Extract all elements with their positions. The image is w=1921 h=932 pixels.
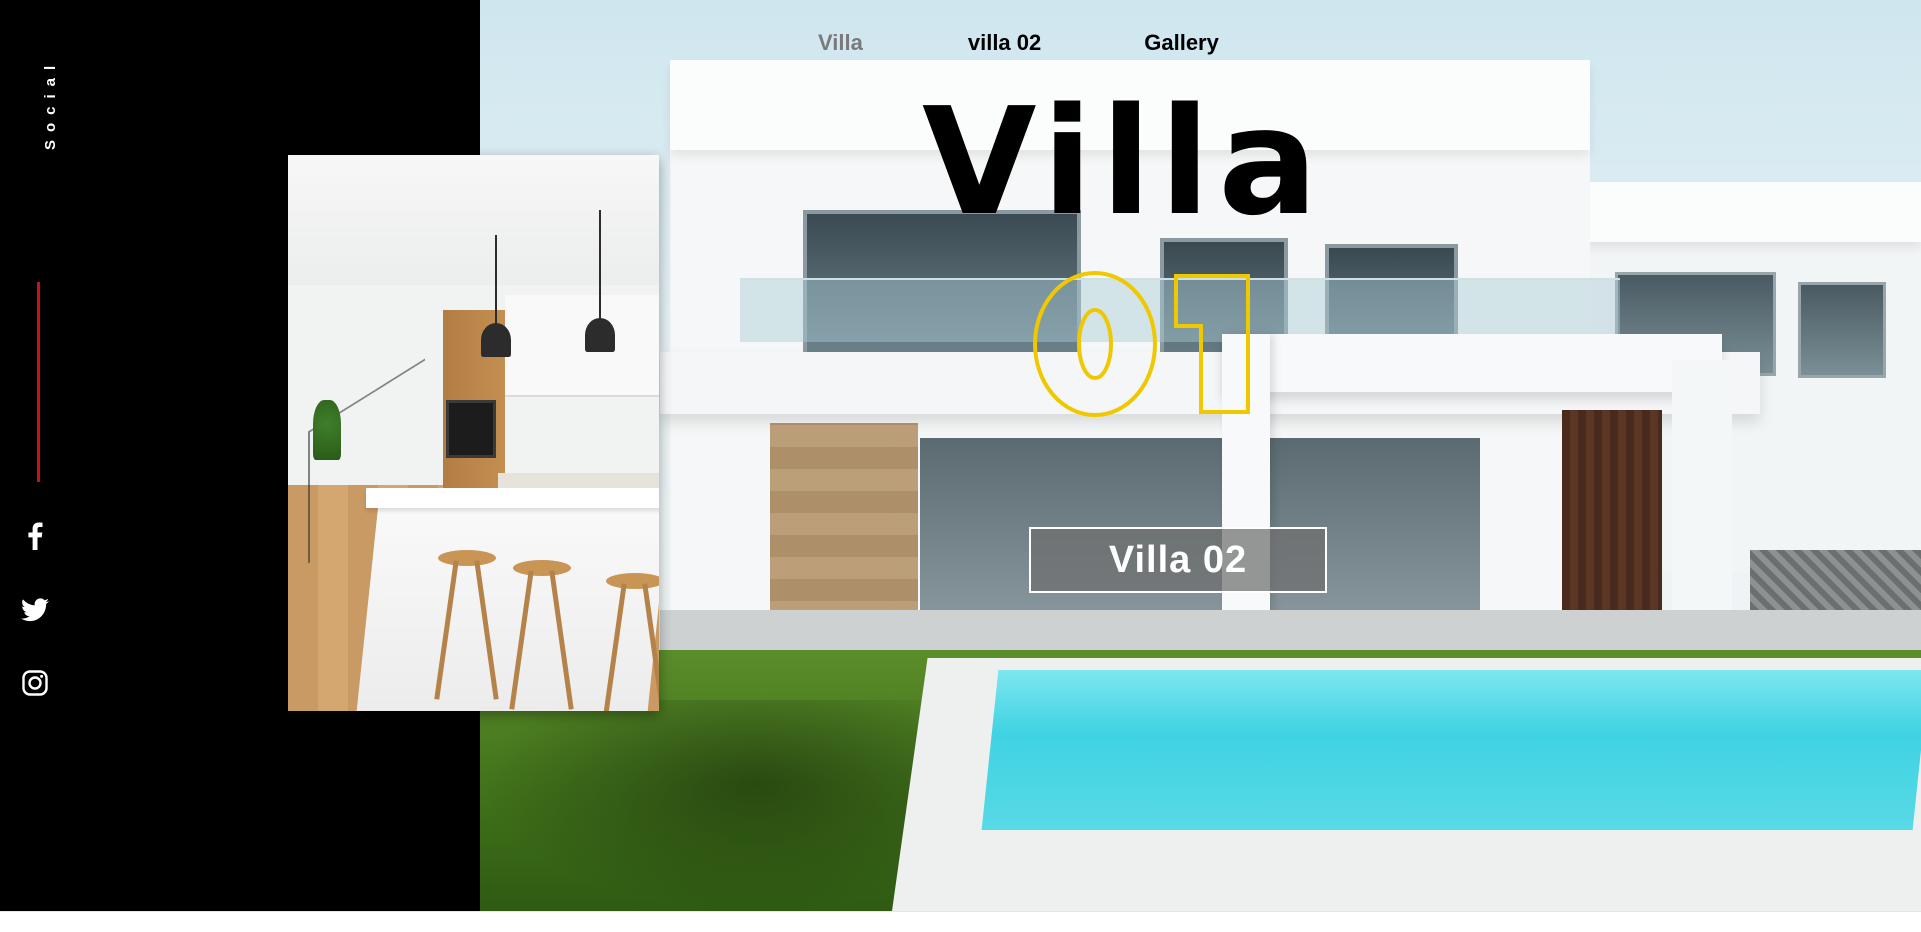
window [1798,282,1886,378]
pergola-beam [1222,334,1722,392]
lamp-cord [599,210,601,320]
hero-title: Villa [922,76,1327,248]
lamp-cord [495,235,497,325]
ceiling [288,155,659,285]
page-stage: Social Villa villa 02 Gallery Villa Vill… [0,0,1921,911]
kitchen-photo [288,155,659,711]
wood-screen [1562,410,1662,642]
social-accent-line [37,282,40,482]
stone-wall [770,423,918,623]
instagram-icon[interactable] [19,667,51,699]
social-label: Social [42,57,59,150]
upper-cabinets [505,295,659,397]
facebook-icon[interactable] [19,520,51,552]
hero-number: 01 [1033,271,1250,417]
pendant-lamp [585,318,615,352]
top-nav: Villa villa 02 Gallery [818,30,1219,56]
island-top [366,488,659,508]
nav-link-gallery[interactable]: Gallery [1144,30,1219,56]
nav-link-villa[interactable]: Villa [818,30,863,56]
bottom-bar [0,911,1921,932]
villa-badge-label: Villa 02 [1108,538,1248,581]
kitchen-island [356,495,659,711]
pendant-lamp [481,323,511,357]
oven [446,400,496,458]
twitter-icon[interactable] [19,594,51,626]
plant [313,400,341,460]
swimming-pool [981,670,1921,830]
nav-link-villa-02[interactable]: villa 02 [968,30,1041,56]
villa-badge[interactable]: Villa 02 [1029,527,1327,593]
house-right-roof [1585,182,1921,242]
tree-shadow [480,700,940,911]
